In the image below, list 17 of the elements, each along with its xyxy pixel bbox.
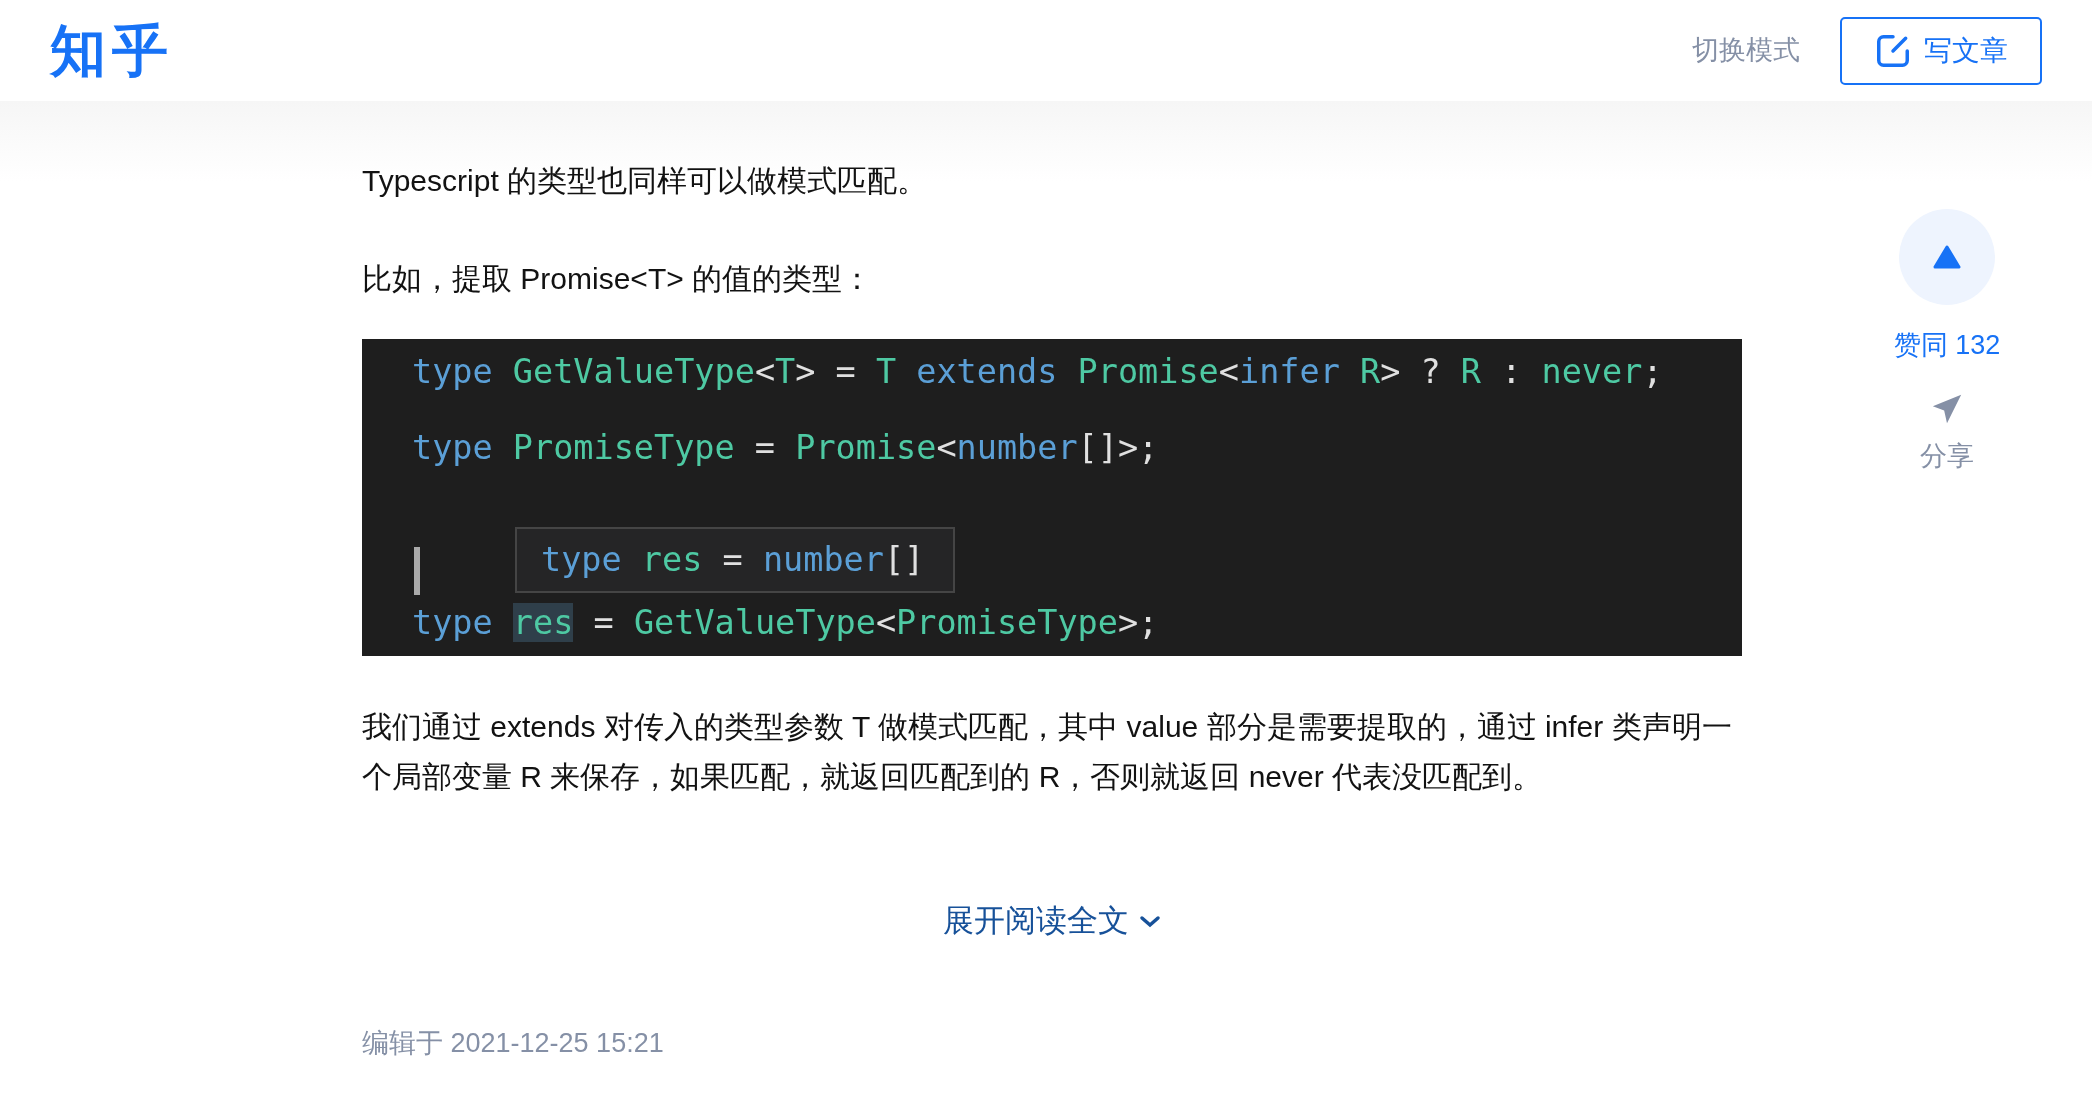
edit-timestamp: 编辑于 2021-12-25 15:21 — [362, 1026, 665, 1060]
code-line: type PromiseType = Promise<number[]>; — [412, 426, 1159, 469]
text-cursor — [414, 547, 420, 595]
triangle-up-icon — [1933, 245, 1961, 269]
write-article-button[interactable]: 写文章 — [1840, 16, 2042, 85]
expand-link[interactable]: 展开阅读全文 — [943, 898, 1161, 945]
paragraph: 比如，提取 Promise<T> 的值的类型： — [362, 261, 874, 297]
tooltip-text: type res = number[] — [541, 538, 925, 581]
mode-switch-link[interactable]: 切换模式 — [1692, 30, 1800, 71]
chevron-down-icon — [1139, 914, 1161, 929]
site-logo[interactable]: 知乎 — [50, 22, 174, 79]
paragraph: 我们通过 extends 对传入的类型参数 T 做模式匹配，其中 value 部分是需要提取的，通过 infer 类声明一个局部变量 R 来保存，如果匹配，就返回匹配到的 R，否则就返回 never 代表没匹配到。 — [362, 709, 1733, 795]
code-line: type GetValueType<T> = T extends Promise<infer R> ? R : never; — [412, 350, 1663, 393]
vote-count[interactable]: 赞同 132 — [1893, 325, 2001, 366]
share-button[interactable]: 分享 — [1920, 391, 1974, 476]
paragraph: Typescript 的类型也同样可以做模式匹配。 — [362, 163, 929, 199]
code-line: type res = GetValueType<PromiseType>; — [412, 601, 1159, 644]
